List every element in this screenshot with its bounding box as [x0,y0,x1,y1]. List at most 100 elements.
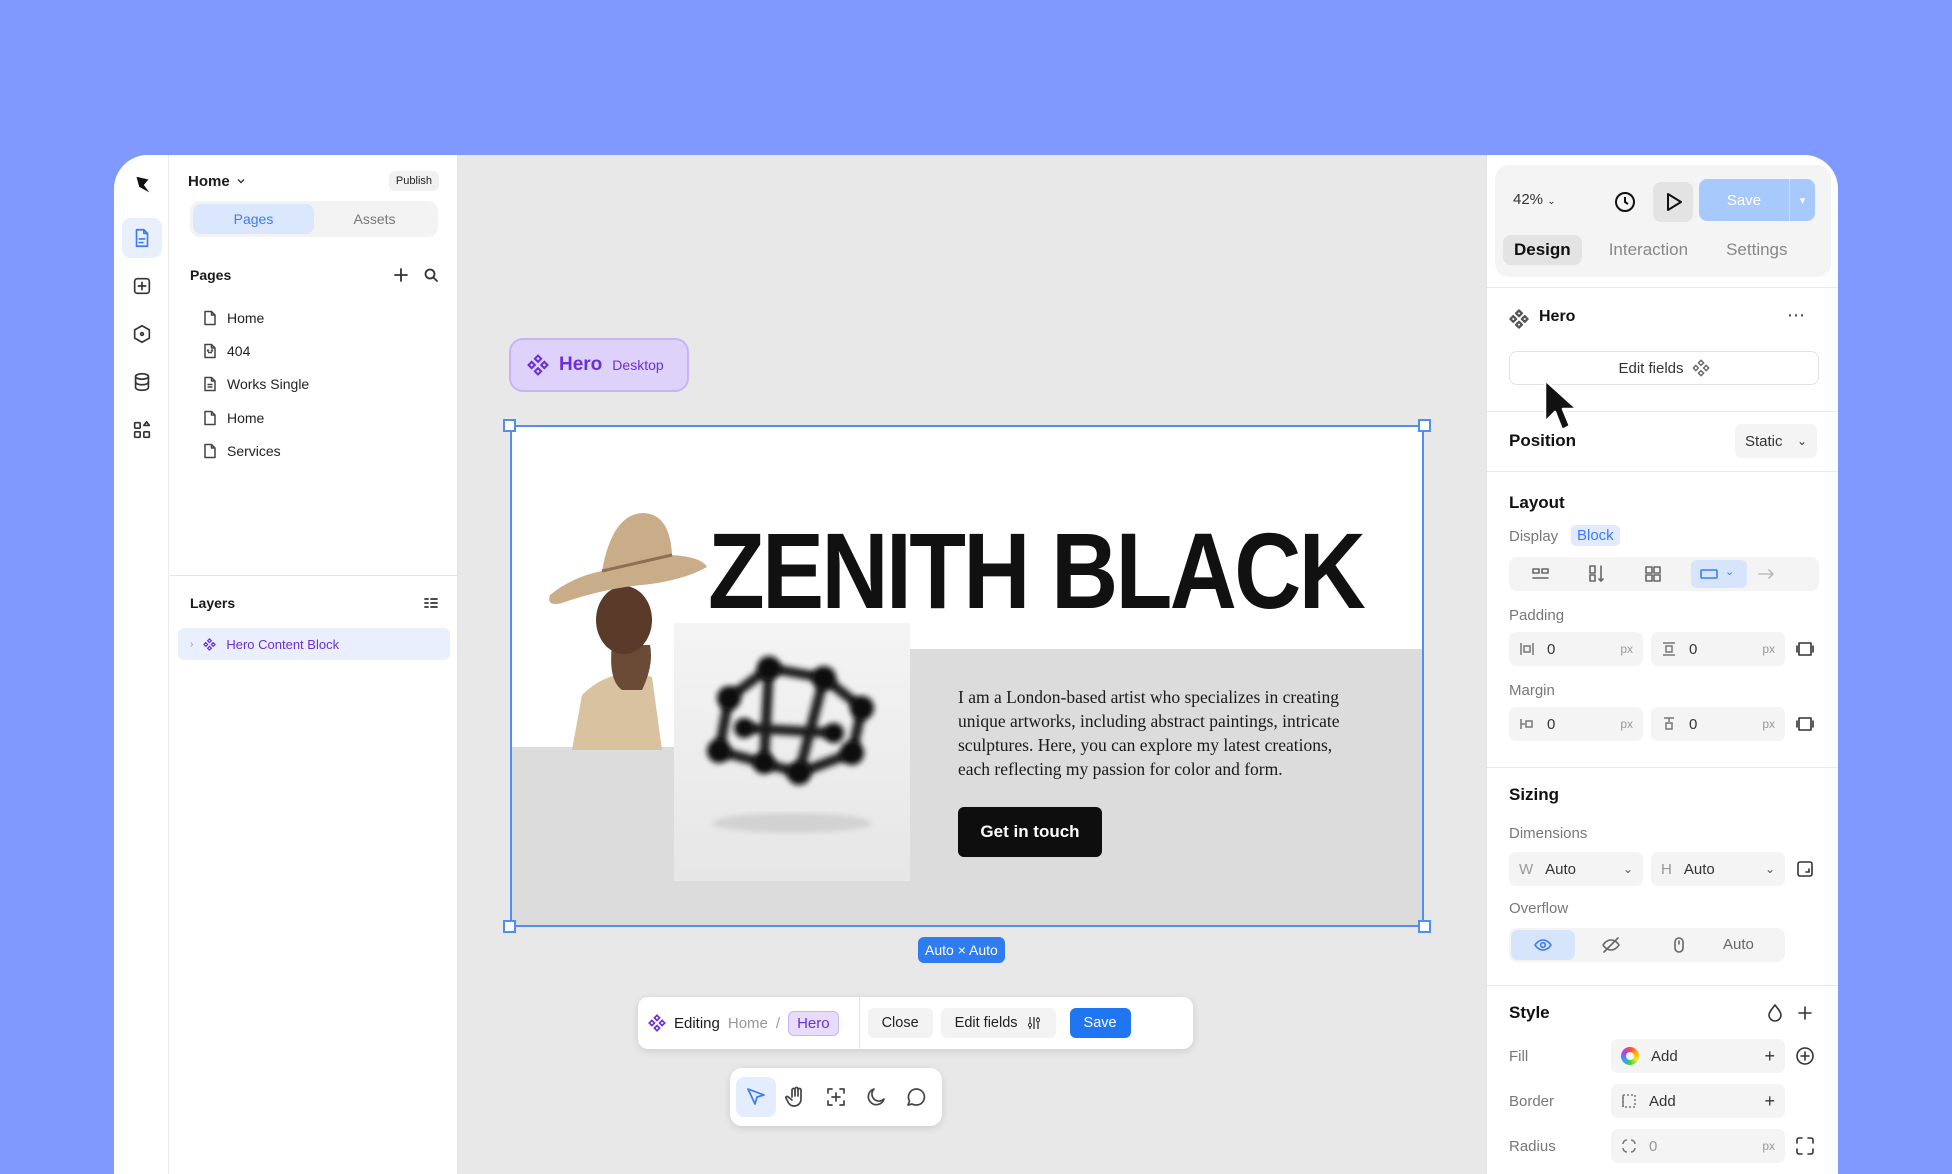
padding-vertical-input[interactable]: 0 px [1651,632,1785,666]
resize-handle-tl[interactable] [503,419,516,432]
project-switcher[interactable]: Home [188,173,246,190]
page-item[interactable]: Home [202,401,432,434]
page-label: Home [227,409,265,426]
comment-tool[interactable] [896,1077,936,1117]
overflow-auto-button[interactable]: Auto [1723,936,1754,953]
publish-button[interactable]: Publish [388,171,439,191]
chevron-right-icon[interactable]: › [190,639,193,650]
position-select[interactable]: Static ⌄ [1735,424,1817,458]
search-icon[interactable] [423,267,439,283]
tab-design[interactable]: Design [1503,235,1582,265]
page-item[interactable]: Home [202,301,432,334]
database-icon[interactable] [122,362,162,402]
pages-assets-toggle: Pages Assets [190,201,438,237]
drop-icon[interactable] [1765,1003,1785,1023]
page-icon [204,444,216,459]
height-label: H [1661,860,1672,878]
page-item[interactable]: Services [202,435,432,468]
app-logo-icon[interactable] [122,165,162,205]
add-frame-icon [827,1088,845,1106]
edit-fields-label: Edit fields [954,1015,1018,1031]
add-page-icon[interactable] [393,267,409,283]
hero-frame[interactable]: ZENITH BLACK I am a London-based artist … [510,425,1424,927]
eye-off-icon[interactable] [1601,935,1621,955]
padding-vertical-icon [1663,642,1675,656]
apps-icon[interactable] [122,410,162,450]
icon-rail [114,155,169,1174]
hand-tool[interactable] [776,1077,816,1117]
page-item[interactable]: 404 [202,334,432,367]
project-name: Home [188,172,230,190]
divider [1487,767,1838,768]
margin-individual-icon[interactable] [1795,714,1815,734]
grid-icon[interactable] [1643,564,1663,584]
frame-tool[interactable] [816,1077,856,1117]
width-select[interactable]: W Auto ⌄ [1509,852,1643,886]
pages-heading: Pages [190,267,232,283]
component-icon [648,1014,666,1032]
editing-context: Editing Home / Hero [648,997,860,1049]
app-window: Home Publish Pages Assets Pages Home 404 [114,155,1838,1174]
edit-fields-panel-label: Edit fields [1618,359,1684,377]
panel-save-button[interactable]: Save [1699,179,1789,221]
radius-individual-icon[interactable] [1795,1136,1815,1156]
history-button[interactable] [1605,182,1645,222]
resize-handle-bl[interactable] [503,920,516,933]
margin-horizontal-input[interactable]: 0 px [1509,707,1643,741]
tab-pages[interactable]: Pages [193,204,314,234]
flex-row-icon[interactable] [1531,564,1551,584]
add-element-icon[interactable] [122,266,162,306]
layers-options-icon[interactable] [423,595,439,611]
component-name: Hero [1539,308,1576,325]
position-value: Static [1745,432,1783,450]
margin-vertical-input[interactable]: 0 px [1651,707,1785,741]
scroll-icon[interactable] [1669,935,1689,955]
fill-add-field[interactable]: Add + [1611,1039,1785,1073]
padding-horizontal-input[interactable]: 0 px [1509,632,1643,666]
component-chip[interactable]: Hero Desktop [509,338,689,392]
breadcrumb-page[interactable]: Home [728,1015,768,1032]
eye-icon [1534,939,1552,951]
aspect-ratio-icon[interactable] [1795,859,1815,879]
add-circle-icon[interactable] [1795,1046,1815,1066]
project-bar: Home Publish [188,167,439,195]
height-select[interactable]: H Auto ⌄ [1651,852,1785,886]
margin-vertical-icon [1664,717,1674,730]
pages-icon[interactable] [122,218,162,258]
components-icon[interactable] [122,314,162,354]
page-item[interactable]: Works Single [202,368,432,401]
arrow-right-icon[interactable] [1757,564,1777,584]
tab-assets[interactable]: Assets [314,204,435,234]
save-options-dropdown[interactable]: ▾ [1789,179,1815,221]
breadcrumb-separator: / [775,1014,781,1032]
resize-handle-tr[interactable] [1418,419,1431,432]
save-button[interactable]: Save [1069,1008,1131,1038]
margin-label: Margin [1509,682,1555,699]
flex-column-icon[interactable] [1587,564,1607,584]
preview-button[interactable] [1653,182,1693,222]
edit-fields-button[interactable]: Edit fields [940,1008,1056,1038]
radius-input[interactable]: 0 px [1611,1129,1785,1163]
close-button[interactable]: Close [867,1008,933,1038]
resize-handle-br[interactable] [1418,920,1431,933]
panel-tabs: Design Interaction Settings [1503,235,1823,265]
select-tool[interactable] [736,1077,776,1117]
get-in-touch-button[interactable]: Get in touch [958,807,1102,857]
add-style-icon[interactable] [1795,1003,1815,1023]
canvas[interactable]: Hero Desktop ZENITH BLACK I am a London-… [458,155,1486,1174]
layer-item-hero-content-block[interactable]: › Hero Content Block [178,628,450,660]
sizing-heading: Sizing [1509,785,1560,804]
page-label: Services [227,443,281,460]
dark-mode-tool[interactable] [856,1077,896,1117]
clock-icon [1615,192,1635,212]
tab-settings[interactable]: Settings [1715,235,1798,265]
padding-individual-icon[interactable] [1795,639,1815,659]
breadcrumb-component[interactable]: Hero [788,1010,839,1036]
tab-interaction[interactable]: Interaction [1598,235,1699,265]
layout-heading: Layout [1509,493,1565,512]
display-value[interactable]: Block [1571,525,1620,546]
hand-icon [785,1086,802,1107]
more-options-icon[interactable]: ⋯ [1787,305,1806,326]
zoom-select[interactable]: 42% ⌄ [1513,191,1556,208]
border-add-field[interactable]: Add + [1611,1084,1785,1118]
